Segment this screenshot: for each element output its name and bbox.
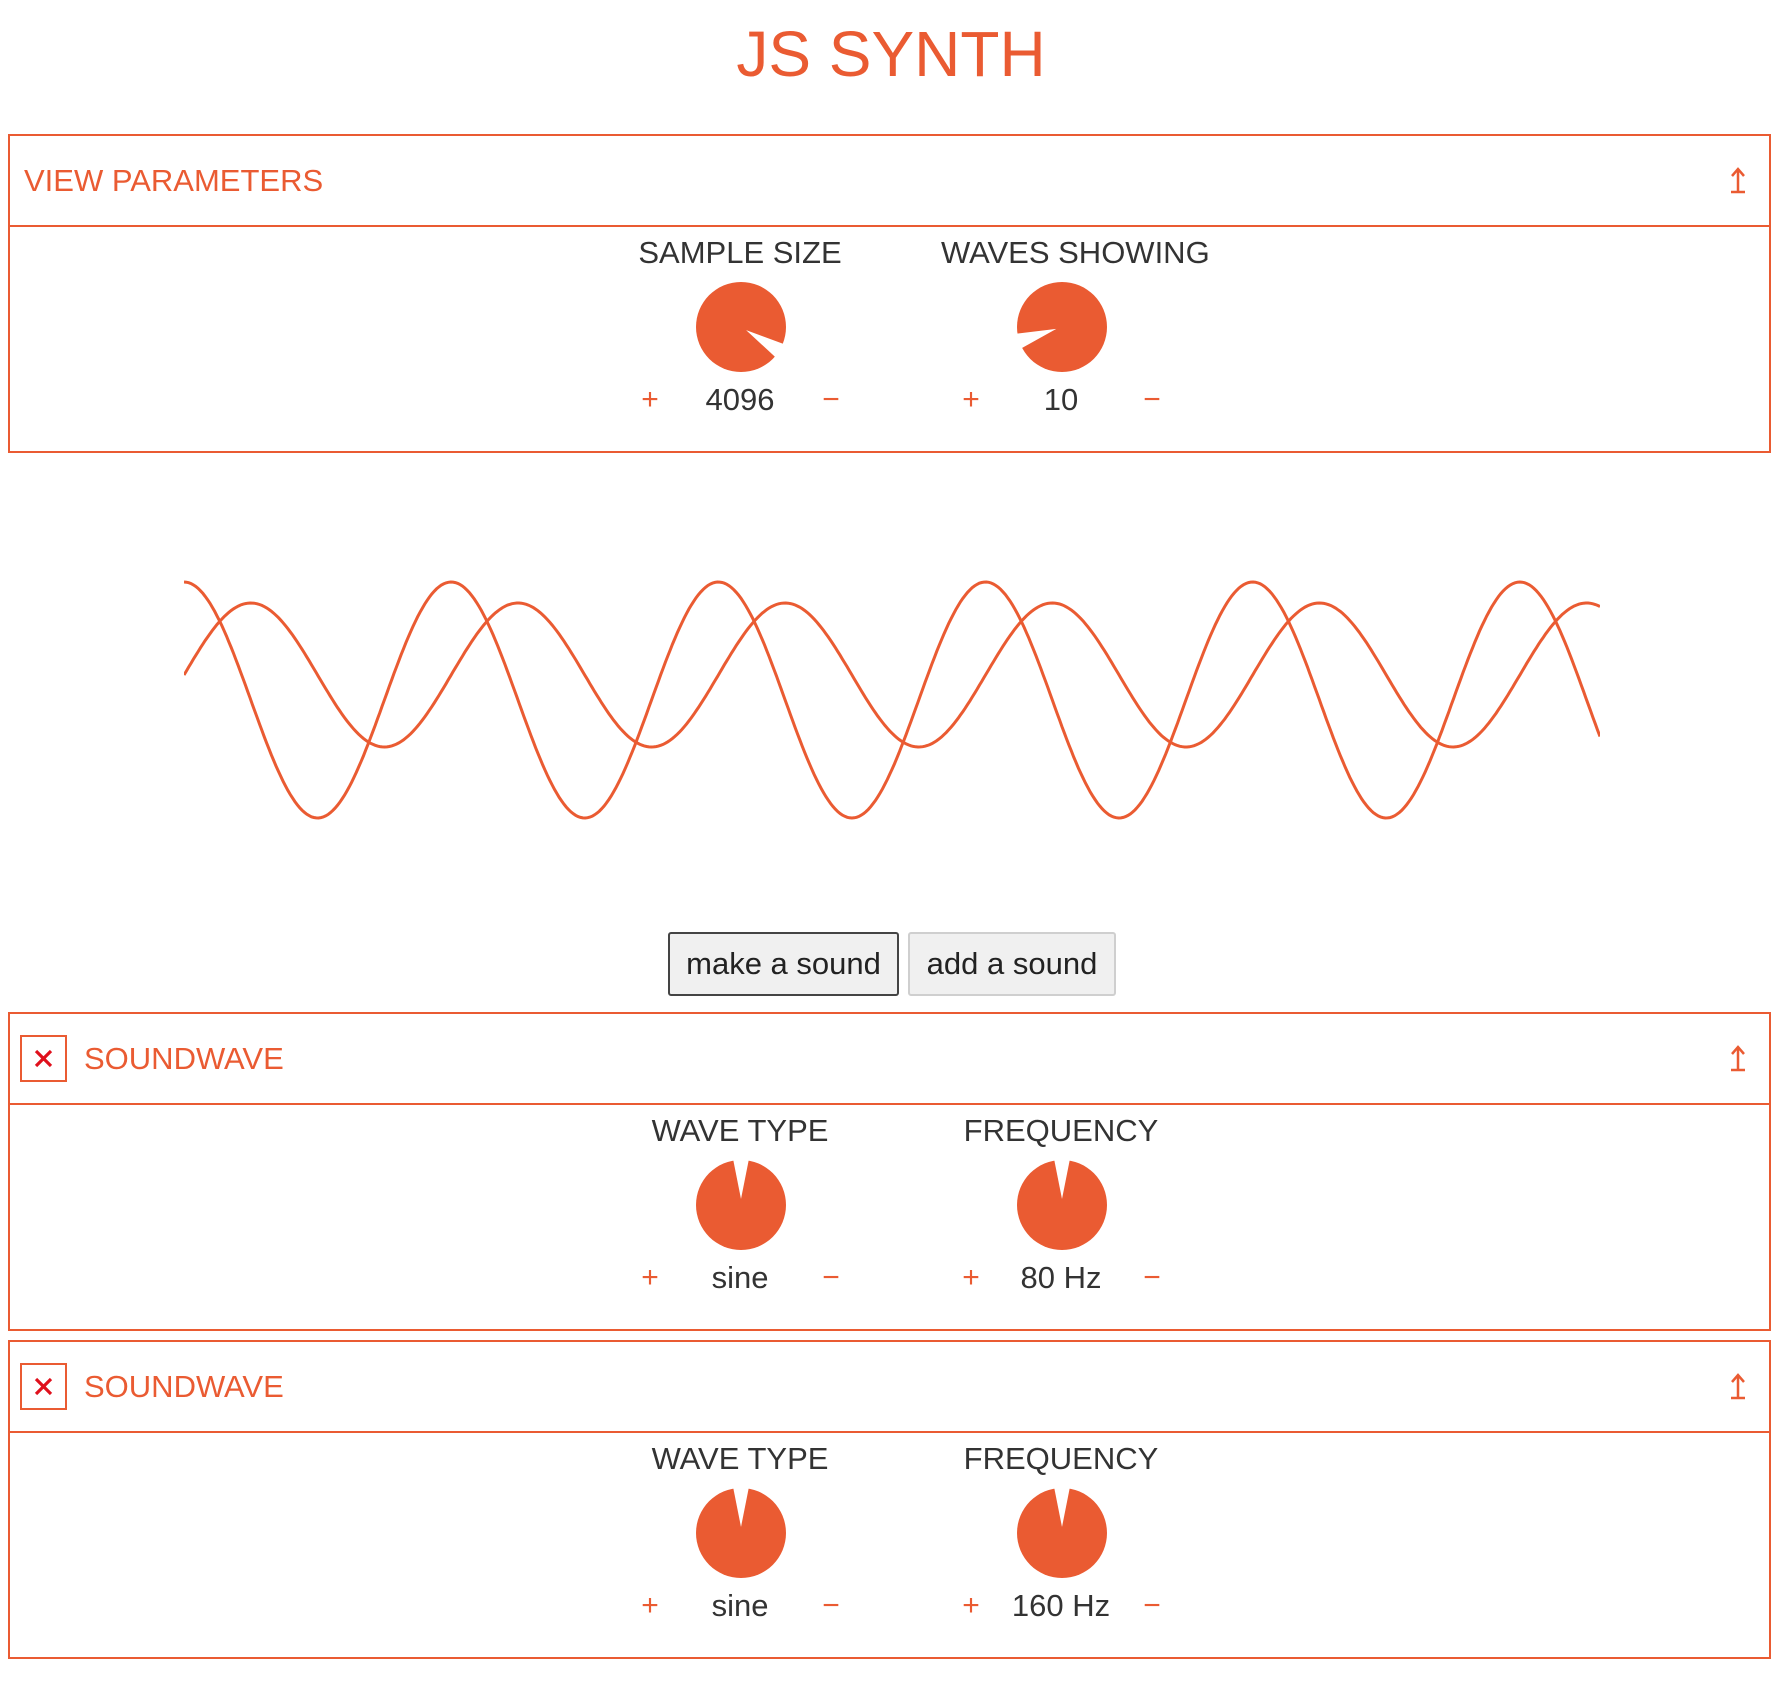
- soundwave-panel: SOUNDWAVE WAVE TYPE + sine − FREQUENCY +…: [8, 1340, 1771, 1659]
- view-parameters-title: VIEW PARAMETERS: [24, 163, 324, 198]
- close-icon: [34, 1377, 53, 1396]
- soundwave-collapse-button[interactable]: [1723, 1370, 1753, 1404]
- frequency-decrease-button[interactable]: −: [1134, 1255, 1170, 1301]
- soundwave-collapse-button[interactable]: [1723, 1042, 1753, 1076]
- waves-showing-label: WAVES SHOWING: [941, 235, 1210, 270]
- wave-type-value: sine: [711, 1588, 769, 1623]
- frequency-value: 80 Hz: [1020, 1260, 1102, 1295]
- view-parameters-panel: VIEW PARAMETERS SAMPLE SIZE + 4096 − WAV…: [8, 134, 1771, 453]
- frequency-label: FREQUENCY: [963, 1441, 1159, 1476]
- make-sound-button[interactable]: make a sound: [668, 932, 899, 996]
- waves-showing-decrease-button[interactable]: −: [1134, 377, 1170, 423]
- frequency-knob[interactable]: [1016, 1159, 1108, 1251]
- waves-showing-knob[interactable]: [1016, 281, 1108, 373]
- soundwave-panel: SOUNDWAVE WAVE TYPE + sine − FREQUENCY +…: [8, 1012, 1771, 1331]
- wave-type-value: sine: [711, 1260, 769, 1295]
- sample-size-knob[interactable]: [695, 281, 787, 373]
- waveform-display: [182, 580, 1602, 820]
- knob-dial: [696, 1487, 786, 1578]
- wave-type-label: WAVE TYPE: [651, 1441, 829, 1476]
- soundwave-header[interactable]: SOUNDWAVE: [10, 1014, 1769, 1105]
- wave-type-knob[interactable]: [695, 1159, 787, 1251]
- waves-showing-value: 10: [1043, 382, 1079, 417]
- remove-soundwave-button[interactable]: [20, 1035, 67, 1082]
- soundwave-title: SOUNDWAVE: [84, 1041, 284, 1076]
- add-sound-button[interactable]: add a sound: [908, 932, 1116, 996]
- close-icon: [34, 1049, 53, 1068]
- knob-dial: [1017, 1159, 1107, 1250]
- knob-dial: [1016, 282, 1107, 372]
- oscilloscope: [182, 565, 1602, 835]
- frequency-value: 160 Hz: [1011, 1588, 1111, 1623]
- soundwave-title: SOUNDWAVE: [84, 1369, 284, 1404]
- soundwave-header[interactable]: SOUNDWAVE: [10, 1342, 1769, 1433]
- frequency-decrease-button[interactable]: −: [1134, 1583, 1170, 1629]
- collapse-arrow-icon: [1731, 1045, 1745, 1072]
- knob-dial: [1017, 1487, 1107, 1578]
- wave-type-decrease-button[interactable]: −: [813, 1255, 849, 1301]
- sample-size-value: 4096: [705, 382, 775, 417]
- app-title: JS SYNTH: [736, 18, 1046, 90]
- frequency-label: FREQUENCY: [963, 1113, 1159, 1148]
- waveform-line: [183, 580, 1602, 820]
- waveform-line: [182, 601, 1601, 749]
- sample-size-decrease-button[interactable]: −: [813, 377, 849, 423]
- wave-type-decrease-button[interactable]: −: [813, 1583, 849, 1629]
- remove-soundwave-button[interactable]: [20, 1363, 67, 1410]
- wave-type-label: WAVE TYPE: [651, 1113, 829, 1148]
- view-parameters-header[interactable]: VIEW PARAMETERS: [10, 136, 1769, 227]
- collapse-arrow-icon: [1731, 167, 1745, 194]
- action-buttons: make a sound add a sound: [0, 932, 1782, 996]
- frequency-knob[interactable]: [1016, 1487, 1108, 1579]
- collapse-arrow-icon: [1731, 1373, 1745, 1400]
- sample-size-label: SAMPLE SIZE: [638, 235, 842, 270]
- knob-dial: [696, 282, 786, 372]
- knob-dial: [696, 1159, 786, 1250]
- wave-type-knob[interactable]: [695, 1487, 787, 1579]
- view-parameters-collapse-button[interactable]: [1723, 164, 1753, 198]
